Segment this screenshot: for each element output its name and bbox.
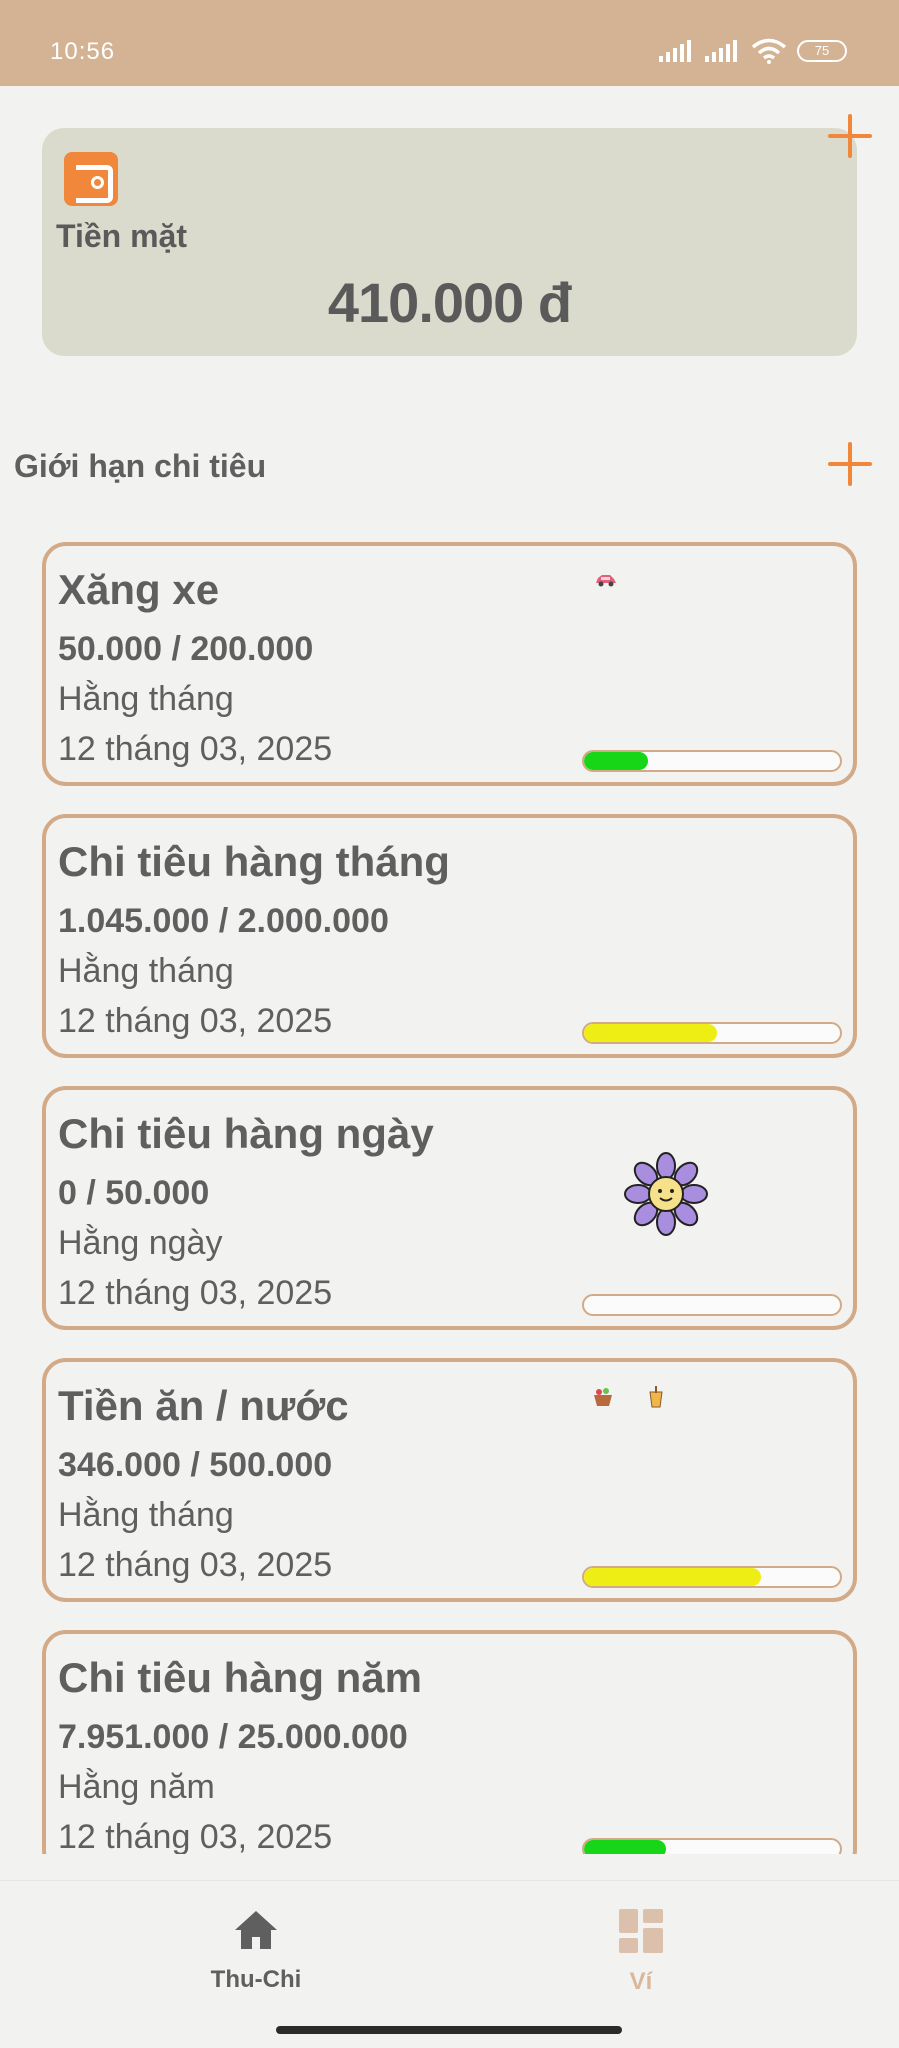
budget-progress-fill (584, 752, 648, 770)
budget-card[interactable]: Chi tiêu hàng ngày 0 / 50.000 Hằng ngày … (42, 1086, 857, 1330)
budget-period: Hằng tháng (58, 1496, 234, 1534)
budget-name: Chi tiêu hàng năm (58, 1654, 423, 1701)
car-icon (596, 575, 616, 587)
wallet-name: Tiền mặt (56, 218, 187, 254)
nav-item-vi[interactable]: Ví (541, 1909, 741, 1996)
wallet-card[interactable]: Tiền mặt 410.000 đ (42, 128, 857, 356)
bottom-nav: Thu-Chi Ví (0, 1880, 899, 2048)
add-budget-button[interactable] (828, 442, 872, 486)
budget-progress-bar (582, 1294, 842, 1316)
budget-amount: 346.000 / 500.000 (58, 1446, 333, 1484)
flower-icon (624, 1152, 708, 1236)
home-indicator[interactable] (276, 2026, 622, 2034)
budget-date: 12 tháng 03, 2025 (58, 1818, 333, 1854)
budget-progress-bar (582, 1022, 842, 1044)
budget-date: 12 tháng 03, 2025 (58, 730, 333, 768)
budget-progress-bar (582, 1566, 842, 1588)
drink-icon (649, 1386, 663, 1408)
budget-card[interactable]: Xăng xe 50.000 / 200.000 Hằng tháng 12 t… (42, 542, 857, 786)
add-wallet-button[interactable] (828, 114, 872, 158)
wifi-icon (751, 38, 787, 64)
budget-name: Xăng xe (58, 566, 220, 613)
nav-label: Ví (629, 1968, 653, 1995)
budget-amount: 50.000 / 200.000 (58, 630, 314, 668)
budget-progress-fill (584, 1568, 761, 1586)
battery-indicator: 75 (797, 40, 847, 62)
budget-period: Hằng tháng (58, 680, 234, 718)
budget-amount: 7.951.000 / 25.000.000 (58, 1718, 408, 1756)
budget-progress-bar (582, 1838, 842, 1854)
budget-period: Hằng năm (58, 1768, 215, 1806)
budget-amount: 1.045.000 / 2.000.000 (58, 902, 389, 940)
wallet-icon (64, 152, 118, 206)
section-title: Giới hạn chi tiêu (14, 448, 267, 484)
budget-amount: 0 / 50.000 (58, 1174, 210, 1212)
budget-card[interactable]: Tiền ăn / nước 346.000 / 500.000 Hằng th… (42, 1358, 857, 1602)
nav-item-thu-chi[interactable]: Thu-Chi (156, 1909, 356, 1994)
nav-label: Thu-Chi (210, 1966, 302, 1993)
budget-progress-bar (582, 750, 842, 772)
budget-date: 12 tháng 03, 2025 (58, 1274, 333, 1312)
budget-name: Chi tiêu hàng tháng (58, 838, 450, 885)
budget-period: Hằng tháng (58, 952, 234, 990)
budget-name: Tiền ăn / nước (58, 1382, 349, 1429)
home-icon (235, 1911, 277, 1949)
status-bar: 10:56 75 (0, 0, 899, 86)
budget-list[interactable]: Xăng xe 50.000 / 200.000 Hằng tháng 12 t… (0, 540, 899, 1854)
wallet-balance: 410.000 đ (327, 271, 572, 334)
budget-date: 12 tháng 03, 2025 (58, 1002, 333, 1040)
budget-period: Hằng ngày (58, 1224, 223, 1262)
grid-icon (619, 1909, 663, 1953)
budget-card[interactable]: Chi tiêu hàng tháng 1.045.000 / 2.000.00… (42, 814, 857, 1058)
budget-name: Chi tiêu hàng ngày (58, 1110, 434, 1157)
status-icons: 75 (659, 38, 847, 64)
budget-date: 12 tháng 03, 2025 (58, 1546, 333, 1584)
signal-icon (659, 40, 691, 62)
budget-progress-fill (584, 1024, 718, 1042)
signal-icon (705, 40, 737, 62)
budget-progress-fill (584, 1840, 666, 1854)
food-basket-icon (594, 1388, 612, 1406)
status-time: 10:56 (50, 38, 116, 65)
budget-card[interactable]: Chi tiêu hàng năm 7.951.000 / 25.000.000… (42, 1630, 857, 1854)
